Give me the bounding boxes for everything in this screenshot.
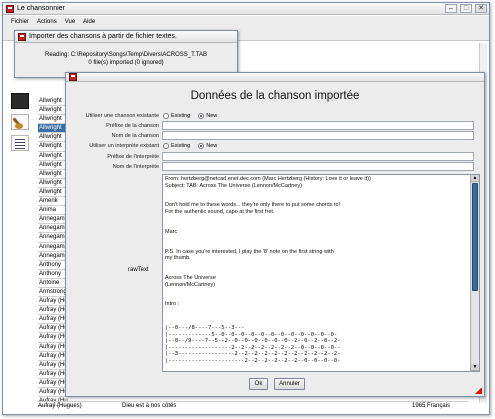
menu-actions[interactable]: Actions: [37, 19, 57, 25]
main-titlebar: Le chansonnier – □ ✕: [3, 3, 489, 15]
song-existing-label: Existing: [171, 113, 191, 119]
song-choice-label: Utiliser une chanson existante: [85, 113, 159, 119]
import-body: Reading: C:\Repository\Songs\Temp\Divers…: [15, 51, 237, 67]
import-reading: Reading: C:\Repository\Songs\Temp\Divers…: [45, 52, 207, 58]
song-data-dialog: Données de la chanson importée Utiliser …: [65, 72, 485, 397]
import-titlebar: Importer des chansons à partir de fichie…: [15, 31, 237, 43]
raw-text-scrollbar[interactable]: ▲ ▼: [470, 175, 479, 371]
performer-name-input[interactable]: [162, 162, 474, 171]
cancel-button[interactable]: Annuler: [274, 378, 305, 390]
song-name-label: Nom de la chanson: [111, 133, 159, 139]
raw-text-content: From: hertzberg@netcad.enet.dec.com (Mar…: [165, 176, 371, 308]
close-icon[interactable]: ✕: [475, 4, 487, 13]
app-icon: [69, 73, 77, 81]
import-title: Importer des chansons à partir de fichie…: [29, 33, 177, 40]
row-song: Dieu est à nos côtés: [122, 403, 177, 409]
menu-bar: Fichier Actions Vue Aide: [3, 16, 489, 27]
app-icon: [18, 32, 26, 41]
performer-name-row: Nom de l'interprète: [66, 162, 484, 172]
performer-new-radio[interactable]: [198, 143, 205, 149]
maximize-icon[interactable]: □: [460, 4, 472, 13]
import-window: Importer des chansons à partir de fichie…: [14, 30, 238, 78]
scroll-thumb[interactable]: [472, 183, 478, 291]
performer-choice-row: Utiliser un interprète existant Existing…: [66, 141, 484, 151]
dialog-titlebar: [66, 73, 484, 82]
performer-prefix-label: Préfixe de l'interprète: [107, 154, 159, 160]
performer-existing-radio[interactable]: [163, 143, 169, 149]
minimize-icon[interactable]: –: [445, 4, 457, 13]
scroll-up-icon[interactable]: ▲: [471, 175, 479, 182]
performer-existing-label: Existing: [171, 143, 191, 149]
raw-text-label: rawText: [128, 267, 149, 273]
row-extra: 1965 Français: [412, 403, 451, 409]
monitor-icon[interactable]: [11, 93, 29, 109]
left-toolbar: [11, 93, 33, 156]
app-icon: [6, 4, 14, 13]
menu-aide[interactable]: Aide: [83, 19, 95, 25]
dialog-title: Données de la chanson importée: [190, 90, 360, 102]
table-row[interactable]: Aufray (Hugues) Dieu est à nos côtés 196…: [38, 401, 468, 410]
raw-text-area[interactable]: From: hertzberg@netcad.enet.dec.com (Mar…: [162, 174, 480, 372]
menu-fichier[interactable]: Fichier: [11, 19, 29, 25]
performer-new-label: New: [206, 143, 218, 149]
performer-prefix-input[interactable]: [162, 152, 474, 161]
row-artist: Aufray (Hugues): [38, 403, 82, 409]
performer-choice-label: Utiliser un interprète existant: [89, 143, 159, 149]
song-name-input[interactable]: [162, 131, 474, 140]
window-controls: – □ ✕: [445, 4, 487, 13]
guitar-icon[interactable]: [11, 114, 29, 130]
chord-sheet-icon[interactable]: [11, 135, 29, 151]
import-status: 0 file(s) imported (0 ignored): [88, 60, 164, 66]
song-prefix-input[interactable]: [162, 121, 474, 130]
ok-button[interactable]: Ok: [249, 378, 268, 390]
song-prefix-row: Préfixe de la chanson: [66, 121, 484, 131]
menu-vue[interactable]: Vue: [65, 19, 75, 25]
resize-grip-icon[interactable]: [475, 387, 482, 394]
song-name-row: Nom de la chanson: [66, 131, 484, 141]
main-title: Le chansonnier: [17, 5, 65, 12]
song-choice-row: Utiliser une chanson existante Existing …: [66, 111, 484, 121]
tab-notation: |--0---/8----7---5--3--- |-------------5…: [165, 325, 341, 364]
song-prefix-label: Préfixe de la chanson: [106, 123, 159, 129]
scroll-down-icon[interactable]: ▼: [471, 364, 479, 371]
song-new-label: New: [206, 113, 218, 119]
performer-prefix-row: Préfixe de l'interprète: [66, 152, 484, 162]
song-existing-radio[interactable]: [163, 113, 169, 119]
performer-name-label: Nom de l'interprète: [112, 164, 159, 170]
song-new-radio[interactable]: [198, 113, 205, 119]
